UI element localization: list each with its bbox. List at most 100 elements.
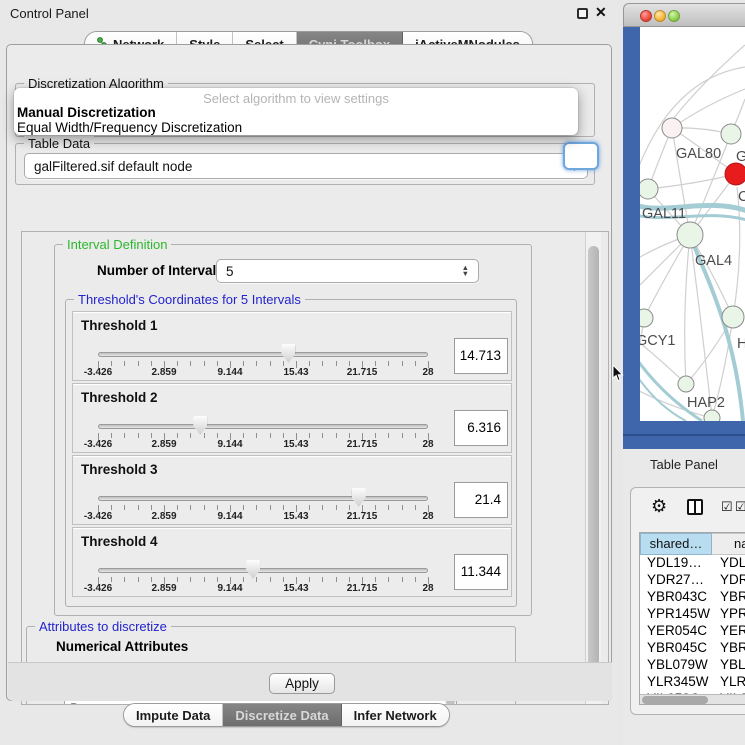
minimize-traffic-light[interactable] <box>654 10 666 22</box>
cell-shared-name[interactable]: YBR043C <box>640 589 712 606</box>
table-panel-box: ⚙ ☑ ☑ shared… na YDL19…YDL1YDR27…YDR2YBR… <box>630 487 745 715</box>
close-traffic-light[interactable] <box>640 10 652 22</box>
number-of-intervals-label: Number of Intervals <box>97 263 224 278</box>
threshold-value-field[interactable]: 6.316 <box>454 410 508 446</box>
node-bottom[interactable] <box>704 410 720 421</box>
screen: Control Panel ✕ Network Style Select Cyn… <box>0 0 745 745</box>
cell-shared-name[interactable]: YBR045C <box>640 640 712 657</box>
thresholds-group: Threshold's Coordinates for 5 Intervals … <box>65 299 517 607</box>
threshold-slider-thumb[interactable] <box>352 488 366 507</box>
slider-tick <box>124 577 125 582</box>
slider-tick <box>375 505 376 510</box>
slider-tick-label: -3.426 <box>76 367 120 378</box>
tab-impute-data[interactable]: Impute Data <box>124 704 223 726</box>
node-label-gal80: GAL80 <box>676 146 721 162</box>
column-layout-icon[interactable] <box>687 499 703 515</box>
slider-tick <box>243 505 244 510</box>
popup-item-equal-width-frequency[interactable]: Equal Width/Frequency Discretization <box>17 120 242 135</box>
table-row[interactable]: YDR27…YDR2 <box>640 572 745 589</box>
node-gal4[interactable] <box>677 222 703 248</box>
table-row[interactable]: YLR345WYLR3 <box>640 674 745 691</box>
table-row[interactable]: YBR045CYBR0 <box>640 640 745 657</box>
slider-tick <box>217 433 218 438</box>
node-red-selected[interactable] <box>725 163 745 185</box>
interval-definition-label: Interval Definition <box>63 237 171 252</box>
checkbox-icon[interactable]: ☑ <box>735 499 745 515</box>
column-header-name[interactable]: na <box>712 533 745 555</box>
cell-shared-name[interactable]: YDR27… <box>640 572 712 589</box>
network-canvas[interactable]: GAL80 GA C GAL11 GAL4 GCY1 H HAP2 <box>640 27 745 421</box>
table-header-row: shared… na <box>640 533 745 555</box>
slider-tick <box>388 361 389 366</box>
table-row[interactable]: YPR145WYPR1 <box>640 606 745 623</box>
table-row[interactable]: YDL19…YDL1 <box>640 555 745 572</box>
table-row[interactable]: YBL079WYBL0 <box>640 657 745 674</box>
cell-name[interactable]: YLR3 <box>712 674 745 691</box>
slider-tick <box>111 433 112 438</box>
slider-tick <box>336 577 337 582</box>
algorithm-placeholder: Select algorithm to view settings <box>14 91 578 106</box>
column-header-shared-name[interactable]: shared… <box>640 533 712 555</box>
threshold-slider-track[interactable] <box>98 352 428 357</box>
table-panel-section: Table Panel ⚙ ☑ ☑ shared… na YDL19…YDL1Y… <box>623 449 745 745</box>
table-hscroll-thumb[interactable] <box>642 696 708 704</box>
number-of-intervals-combobox[interactable]: 5 ▲▼ <box>216 259 479 283</box>
slider-tick-label: 15.43 <box>274 511 318 522</box>
threshold-slider-thumb[interactable] <box>193 416 207 435</box>
slider-tick <box>124 505 125 510</box>
slider-tick <box>322 433 323 438</box>
cell-shared-name[interactable]: YDL19… <box>640 555 712 572</box>
settings-scrollbar[interactable] <box>585 232 601 704</box>
table-data-group: Table Data galFiltered.sif default node … <box>15 143 595 185</box>
node-attribute-table[interactable]: shared… na YDL19…YDL1YDR27…YDR2YBR043CYB… <box>639 532 745 705</box>
cell-shared-name[interactable]: YLR345W <box>640 674 712 691</box>
tab-infer-network[interactable]: Infer Network <box>342 704 449 726</box>
cyni-bottom-tabs: Impute Data Discretize Data Infer Networ… <box>123 703 450 727</box>
cell-shared-name[interactable]: YER054C <box>640 623 712 640</box>
slider-tick-label: 15.43 <box>274 583 318 594</box>
threshold-value-field[interactable]: 21.4 <box>454 482 508 518</box>
zoom-traffic-light[interactable] <box>668 10 680 22</box>
cell-name[interactable]: YPR1 <box>712 606 745 623</box>
slider-tick-label: -3.426 <box>76 439 120 450</box>
node-gal11[interactable] <box>640 179 658 199</box>
tab-discretize-data[interactable]: Discretize Data <box>223 704 341 726</box>
slider-tick-label: -3.426 <box>76 583 120 594</box>
gear-icon[interactable]: ⚙ <box>651 496 667 517</box>
algorithm-combobox[interactable] <box>563 142 599 170</box>
threshold-value-field[interactable]: 14.713 <box>454 338 508 374</box>
table-row[interactable]: YER054CYER0 <box>640 623 745 640</box>
float-window-icon[interactable] <box>577 8 588 19</box>
node-hap2[interactable] <box>678 376 694 392</box>
threshold-slider-track[interactable] <box>98 424 428 429</box>
cell-shared-name[interactable]: YPR145W <box>640 606 712 623</box>
slider-tick <box>283 577 284 582</box>
apply-button[interactable]: Apply <box>269 673 335 694</box>
threshold-value-field[interactable]: 11.344 <box>454 554 508 590</box>
threshold-slider-track[interactable] <box>98 568 428 573</box>
threshold-slider-track[interactable] <box>98 496 428 501</box>
node-gal80[interactable] <box>662 118 682 138</box>
cell-name[interactable]: YDR2 <box>712 572 745 589</box>
settings-scrollbar-thumb[interactable] <box>588 246 599 678</box>
checkbox-icon[interactable]: ☑ <box>721 499 733 515</box>
table-horizontal-scrollbar[interactable] <box>640 694 745 705</box>
table-row[interactable]: YBR043CYBR0 <box>640 589 745 606</box>
cell-name[interactable]: YER0 <box>712 623 745 640</box>
cell-name[interactable]: YDL1 <box>712 555 745 572</box>
node-h[interactable] <box>722 306 744 328</box>
close-icon[interactable]: ✕ <box>595 4 607 21</box>
popup-item-manual-discretization[interactable]: Manual Discretization <box>17 105 156 120</box>
node-label-gal4: GAL4 <box>695 253 732 269</box>
cell-name[interactable]: YBL0 <box>712 657 745 674</box>
cell-name[interactable]: YBR0 <box>712 589 745 606</box>
threshold-panel: Threshold 2 -3.4262.8599.14415.4321.7152… <box>72 383 512 453</box>
table-data-combobox[interactable]: galFiltered.sif default node ▲▼ <box>24 153 588 179</box>
cell-name[interactable]: YBR0 <box>712 640 745 657</box>
node-ga[interactable] <box>721 124 741 144</box>
threshold-slider-thumb[interactable] <box>246 560 260 579</box>
slider-tick-label: 21.715 <box>340 439 384 450</box>
node-gcy1[interactable] <box>640 309 653 327</box>
slider-tick <box>190 361 191 366</box>
cell-shared-name[interactable]: YBL079W <box>640 657 712 674</box>
